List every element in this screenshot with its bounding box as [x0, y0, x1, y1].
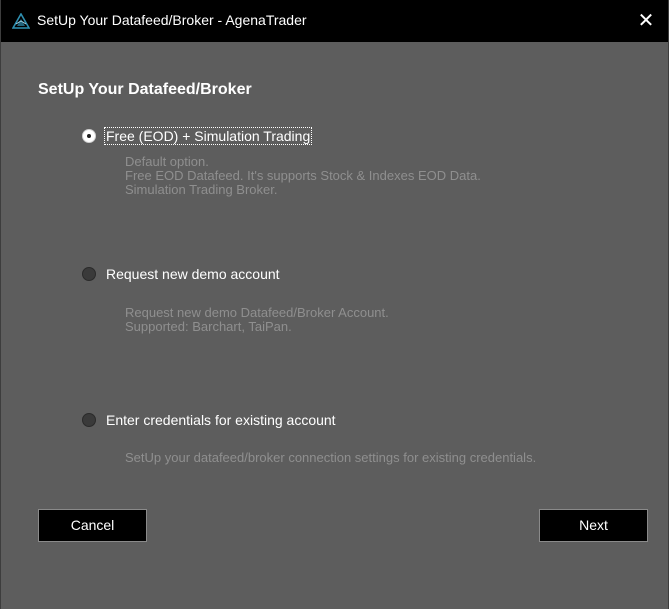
window-title: SetUp Your Datafeed/Broker - AgenaTrader	[37, 12, 307, 28]
option-description-request-demo: Request new demo Datafeed/Broker Account…	[125, 306, 389, 334]
description-line: Request new demo Datafeed/Broker Account…	[125, 305, 389, 320]
radio-button[interactable]	[82, 413, 96, 427]
cancel-button[interactable]: Cancel	[38, 509, 147, 542]
agenatrader-logo-icon	[12, 13, 30, 29]
description-line: SetUp your datafeed/broker connection se…	[125, 450, 537, 465]
close-icon[interactable]: ✕	[624, 0, 668, 42]
setup-dialog-window: SetUp Your Datafeed/Broker - AgenaTrader…	[0, 0, 669, 609]
option-request-demo-account[interactable]: Request new demo account	[82, 264, 281, 284]
option-free-eod-simulation[interactable]: Free (EOD) + Simulation Trading	[82, 126, 313, 146]
radio-button-selected[interactable]	[82, 129, 96, 143]
radio-button[interactable]	[82, 267, 96, 281]
description-line: Free EOD Datafeed. It's supports Stock &…	[125, 168, 481, 183]
next-button[interactable]: Next	[539, 509, 648, 542]
option-label-request-demo[interactable]: Request new demo account	[105, 266, 281, 282]
description-line: Supported: Barchart, TaiPan.	[125, 319, 292, 334]
title-bar[interactable]: SetUp Your Datafeed/Broker - AgenaTrader…	[1, 0, 668, 42]
description-line: Default option.	[125, 154, 209, 169]
description-line: Simulation Trading Broker.	[125, 182, 278, 197]
option-description-existing-credentials: SetUp your datafeed/broker connection se…	[125, 451, 536, 465]
option-label-existing-credentials[interactable]: Enter credentials for existing account	[105, 412, 337, 428]
option-existing-credentials[interactable]: Enter credentials for existing account	[82, 410, 337, 430]
option-description-free-eod: Default option. Free EOD Datafeed. It's …	[125, 155, 481, 197]
dialog-heading: SetUp Your Datafeed/Broker	[38, 81, 252, 98]
option-label-free-eod[interactable]: Free (EOD) + Simulation Trading	[103, 127, 313, 145]
